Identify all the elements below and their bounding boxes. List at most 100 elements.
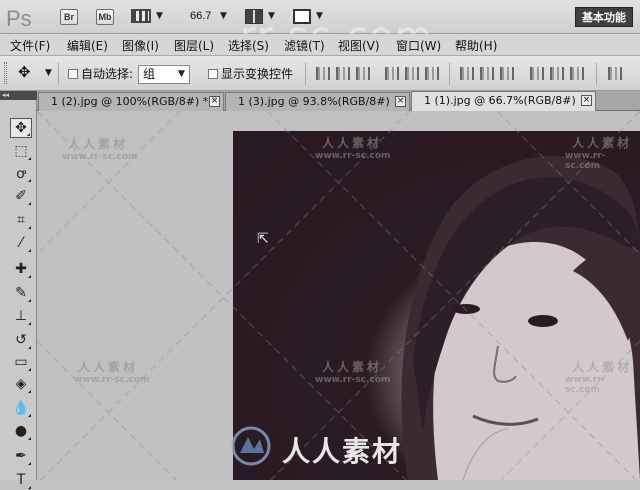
dodge-tool-button[interactable]: ●	[10, 421, 32, 441]
auto-select-label: 自动选择:	[81, 67, 134, 81]
healing-brush-tool-icon: ✚	[15, 261, 27, 277]
zoom-dropdown-icon[interactable]: ▼	[220, 11, 227, 21]
tool-flyout-indicator	[28, 249, 31, 252]
eraser-tool-button[interactable]: ▭	[10, 352, 32, 372]
tab-label: 1 (2).jpg @ 100%(RGB/8#) *	[51, 95, 209, 108]
type-tool-button[interactable]: T	[10, 470, 32, 490]
tools-panel-collapse[interactable]: ◂◂	[0, 91, 37, 100]
healing-brush-tool-button[interactable]: ✚	[10, 259, 32, 279]
watermark-logo-icon	[231, 426, 271, 466]
tab-document-2[interactable]: 1 (2).jpg @ 100%(RGB/8#) * ×	[38, 92, 224, 111]
auto-select-checkbox[interactable]	[68, 69, 78, 79]
show-transform-label: 显示变换控件	[221, 67, 294, 81]
crop-tool-icon: ⌗	[17, 212, 25, 228]
tool-flyout-indicator	[28, 202, 31, 205]
menu-edit[interactable]: 编辑(E)	[67, 37, 108, 54]
tool-preset-dropdown-icon[interactable]: ▼	[45, 68, 52, 78]
distribute-bottom-icon[interactable]	[500, 67, 514, 80]
dodge-tool-icon: ●	[14, 423, 28, 439]
menu-layer[interactable]: 图层(L)	[174, 37, 214, 54]
quick-select-tool-icon: ✐	[15, 188, 27, 204]
marquee-tool-button[interactable]: ⬚	[10, 141, 32, 161]
tool-flyout-indicator	[28, 414, 31, 417]
crop-tool-button[interactable]: ⌗	[10, 210, 32, 230]
menu-window[interactable]: 窗口(W)	[396, 37, 441, 54]
menu-help[interactable]: 帮助(H)	[455, 37, 497, 54]
move-cursor-icon: ⇱	[257, 231, 269, 247]
tool-flyout-indicator	[28, 179, 31, 182]
auto-select-arrow-icon[interactable]: ▼	[178, 69, 185, 79]
menu-file[interactable]: 文件(F)	[10, 37, 50, 54]
options-separator	[58, 63, 59, 85]
tool-flyout-indicator	[28, 322, 31, 325]
close-tab-icon[interactable]: ×	[581, 95, 592, 106]
watermark-logo-text: 人人素材	[282, 435, 403, 468]
view-extras-icon[interactable]	[131, 9, 151, 23]
options-grip-icon[interactable]	[4, 62, 7, 84]
blur-tool-button[interactable]: 💧	[10, 398, 32, 418]
marquee-tool-icon: ⬚	[14, 143, 28, 159]
close-tab-icon[interactable]: ×	[209, 96, 220, 107]
quick-select-tool-button[interactable]: ✐	[10, 186, 32, 206]
eyedropper-tool-icon: ⁄	[19, 235, 23, 251]
tab-document-3[interactable]: 1 (3).jpg @ 93.8%(RGB/8#) ×	[225, 92, 410, 111]
align-bottom-icon[interactable]	[356, 67, 370, 80]
distribute-left-icon[interactable]	[530, 67, 544, 80]
tool-flyout-indicator	[28, 346, 31, 349]
brush-tool-icon: ✎	[15, 285, 27, 301]
tab-label: 1 (1).jpg @ 66.7%(RGB/8#)	[424, 94, 576, 107]
bridge-button[interactable]: Br	[60, 9, 78, 25]
tab-label: 1 (3).jpg @ 93.8%(RGB/8#)	[238, 95, 390, 108]
menu-view[interactable]: 视图(V)	[338, 37, 380, 54]
tool-flyout-indicator	[28, 437, 31, 440]
tool-flyout-indicator	[28, 486, 31, 489]
menu-filter[interactable]: 滤镜(T)	[284, 37, 325, 54]
watermark-diagonal-lines	[37, 111, 640, 480]
tool-flyout-indicator	[28, 275, 31, 278]
lasso-tool-icon: ꝍ	[16, 165, 26, 182]
distribute-top-icon[interactable]	[460, 67, 474, 80]
tool-flyout-indicator	[28, 368, 31, 371]
distribute-vertical-center-icon[interactable]	[480, 67, 494, 80]
options-separator	[305, 63, 306, 85]
show-transform-checkbox[interactable]	[208, 69, 218, 79]
history-brush-tool-icon: ↺	[15, 332, 27, 348]
pen-tool-button[interactable]: ✒	[10, 446, 32, 466]
tab-document-1[interactable]: 1 (1).jpg @ 66.7%(RGB/8#) ×	[411, 91, 596, 111]
clone-stamp-tool-button[interactable]: ⊥	[10, 306, 32, 326]
tool-flyout-indicator	[28, 390, 31, 393]
history-brush-tool-button[interactable]: ↺	[10, 330, 32, 350]
close-tab-icon[interactable]: ×	[395, 96, 406, 107]
eraser-tool-icon: ▭	[14, 354, 28, 370]
align-top-icon[interactable]	[316, 67, 330, 80]
menu-image[interactable]: 图像(I)	[122, 37, 159, 54]
distribute-horizontal-center-icon[interactable]	[550, 67, 564, 80]
eyedropper-tool-button[interactable]: ⁄	[10, 233, 32, 253]
zoom-level[interactable]: 66.7	[190, 10, 211, 22]
photoshop-logo: Ps	[6, 6, 32, 31]
align-horizontal-center-icon[interactable]	[405, 67, 419, 80]
tool-flyout-indicator	[28, 462, 31, 465]
brush-tool-button[interactable]: ✎	[10, 283, 32, 303]
menu-select[interactable]: 选择(S)	[228, 37, 269, 54]
lasso-tool-button[interactable]: ꝍ	[10, 163, 32, 183]
align-right-icon[interactable]	[425, 67, 439, 80]
paint-bucket-tool-button[interactable]: ◈	[10, 374, 32, 394]
options-separator	[596, 63, 597, 85]
auto-select-value: 组	[143, 67, 156, 81]
move-tool-button[interactable]: ✥	[10, 118, 32, 138]
clone-stamp-tool-icon: ⊥	[14, 308, 28, 324]
pen-tool-icon: ✒	[15, 448, 27, 464]
tool-flyout-indicator	[28, 226, 31, 229]
auto-align-layers-icon[interactable]	[608, 67, 622, 80]
type-tool-icon: T	[16, 472, 26, 488]
align-left-icon[interactable]	[385, 67, 399, 80]
move-tool-icon: ✥	[15, 120, 27, 136]
view-extras-dropdown-icon[interactable]: ▼	[156, 11, 163, 21]
paint-bucket-tool-icon: ◈	[15, 376, 27, 392]
mini-bridge-button[interactable]: Mb	[96, 9, 114, 25]
distribute-right-icon[interactable]	[570, 67, 584, 80]
align-vertical-center-icon[interactable]	[336, 67, 350, 80]
move-tool-preset-icon[interactable]: ✥	[18, 63, 31, 81]
workspace-switcher[interactable]: 基本功能	[575, 7, 633, 27]
